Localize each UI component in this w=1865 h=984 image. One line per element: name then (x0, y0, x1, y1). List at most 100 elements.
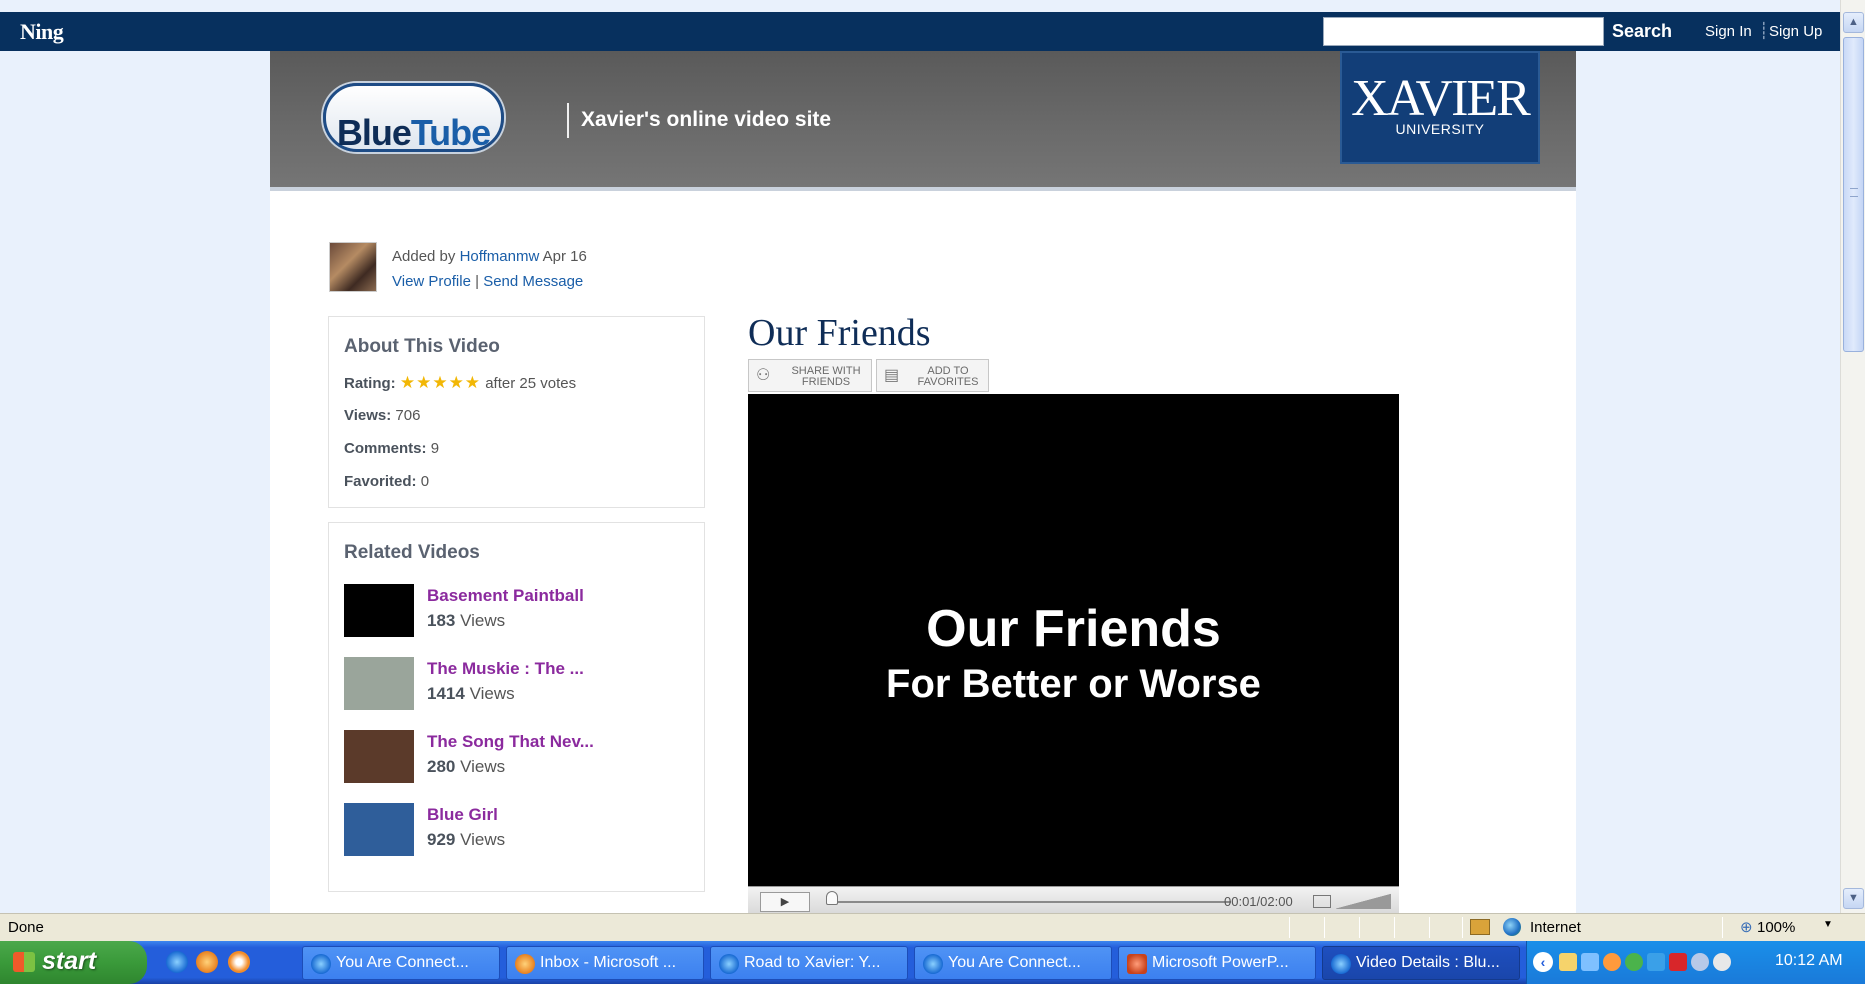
related-title-link[interactable]: The Muskie : The ... (427, 659, 584, 679)
scrub-handle[interactable] (826, 891, 838, 905)
ie-icon (311, 954, 331, 974)
related-title-link[interactable]: Blue Girl (427, 805, 498, 825)
share-with-friends-button[interactable]: ⚇ SHARE WITH FRIENDS (748, 359, 872, 392)
related-views: 280 Views (427, 757, 505, 777)
bluetube-logo[interactable]: BlueTube (323, 83, 504, 153)
powerpoint-icon (1127, 954, 1147, 974)
taskbar-item[interactable]: Road to Xavier: Y... (710, 946, 908, 980)
fullscreen-icon[interactable] (1313, 895, 1331, 908)
related-views-count: 183 (427, 611, 456, 630)
media-quicklaunch-icon[interactable] (228, 951, 250, 973)
related-title-link[interactable]: The Song That Nev... (427, 732, 594, 752)
status-text: Done (8, 919, 44, 936)
status-separator (1359, 917, 1360, 938)
favorited-label: Favorited: (344, 473, 417, 490)
status-separator (1429, 917, 1430, 938)
taskbar-item-active[interactable]: Video Details : Blu... (1322, 946, 1520, 980)
m-tray-icon[interactable] (1669, 953, 1687, 971)
zoom-icon[interactable]: ⊕ (1740, 918, 1753, 936)
show-hidden-icons-icon[interactable]: ‹ (1533, 952, 1553, 972)
play-icon[interactable]: ▶ (760, 892, 810, 912)
ie-quicklaunch-icon[interactable] (166, 951, 188, 973)
rating-row: Rating: ★★★★★ after 25 votes (344, 373, 576, 393)
video-title: Our Friends (748, 312, 931, 354)
zone-text: Internet (1530, 919, 1581, 936)
related-views-word: Views (460, 757, 506, 776)
sign-in-link[interactable]: Sign In (1705, 23, 1752, 40)
author-link[interactable]: Hoffmanmw (460, 248, 540, 265)
video-screen-title: Our Friends (926, 600, 1221, 658)
share-label: SHARE WITH FRIENDS (791, 365, 861, 388)
taskbar-item-label: Inbox - Microsoft ... (540, 954, 677, 971)
related-thumb-3[interactable] (344, 803, 414, 856)
views-row: Views: 706 (344, 407, 420, 424)
related-views: 1414 Views (427, 684, 515, 704)
zoom-dropdown-icon[interactable]: ▼ (1823, 919, 1833, 930)
ning-logo[interactable]: Ning (20, 19, 64, 45)
related-videos-box: Related Videos Basement Paintball 183 Vi… (328, 522, 705, 892)
start-button[interactable]: start (0, 941, 147, 984)
search-input[interactable] (1323, 17, 1604, 46)
favorited-value: 0 (420, 473, 430, 490)
logo-tube: Tube (410, 112, 491, 153)
added-by-line: Added by Hoffmanmw Apr 16 (392, 248, 587, 265)
rating-stars-icon[interactable]: ★★★★★ (400, 373, 481, 392)
sign-up-link[interactable]: Sign Up (1769, 23, 1822, 40)
taskbar: start You Are Connect... Inbox - Microso… (0, 941, 1865, 984)
comments-label: Comments: (344, 440, 427, 457)
volume-icon[interactable] (1336, 893, 1391, 909)
taskbar-item-label: Video Details : Blu... (1356, 954, 1500, 971)
share-icon: ⚇ (756, 367, 771, 384)
author-actions-separator: | (475, 273, 480, 290)
taskbar-item-label: Microsoft PowerP... (1152, 954, 1289, 971)
taskbar-item[interactable]: You Are Connect... (302, 946, 500, 980)
volume-tray-icon[interactable] (1691, 953, 1709, 971)
antivirus-tray-icon[interactable] (1647, 953, 1665, 971)
ning-top-bar: Ning Search Sign In ┊ Sign Up (0, 12, 1840, 51)
related-title-link[interactable]: Basement Paintball (427, 586, 584, 606)
related-thumb-0[interactable] (344, 584, 414, 637)
taskbar-item-label: You Are Connect... (336, 954, 469, 971)
update-tray-icon[interactable] (1713, 953, 1731, 971)
status-separator (1462, 917, 1463, 938)
vertical-scrollbar[interactable]: ▲ ▼ (1840, 0, 1865, 913)
security-icon[interactable] (1470, 919, 1490, 935)
zoom-level[interactable]: 100% (1757, 919, 1795, 936)
scrub-bar[interactable] (826, 901, 1231, 903)
xavier-logo[interactable]: XAVIER UNIVERSITY (1340, 51, 1540, 164)
status-separator (1289, 917, 1290, 938)
messenger-tray-icon[interactable] (1625, 953, 1643, 971)
search-button[interactable]: Search (1612, 21, 1672, 42)
outlook-tray-icon[interactable] (1603, 953, 1621, 971)
view-profile-link[interactable]: View Profile (392, 273, 471, 290)
author-avatar[interactable] (329, 242, 377, 292)
internet-zone-icon[interactable] (1503, 918, 1521, 936)
taskbar-item[interactable]: Microsoft PowerP... (1118, 946, 1316, 980)
sign-separator: ┊ (1759, 23, 1769, 40)
header-divider (567, 103, 569, 138)
taskbar-item[interactable]: You Are Connect... (914, 946, 1112, 980)
related-thumb-2[interactable] (344, 730, 414, 783)
video-player[interactable]: Our Friends For Better or Worse ▶ 00:01/… (748, 394, 1399, 913)
site-tagline: Xavier's online video site (581, 108, 832, 131)
network-tray-icon[interactable] (1581, 953, 1599, 971)
related-views-count: 280 (427, 757, 456, 776)
ie-icon (719, 954, 739, 974)
logo-blue: Blue (336, 112, 412, 153)
scroll-thumb[interactable] (1843, 37, 1864, 352)
related-thumb-1[interactable] (344, 657, 414, 710)
comments-row: Comments: 9 (344, 440, 439, 457)
related-views-word: Views (469, 684, 515, 703)
outlook-quicklaunch-icon[interactable] (196, 951, 218, 973)
status-bar: Done Internet ⊕ 100% ▼ (0, 913, 1865, 941)
mail-tray-icon[interactable] (1559, 953, 1577, 971)
site-header: BlueTube Xavier's online video site XAVI… (270, 51, 1576, 191)
scroll-down-icon[interactable]: ▼ (1843, 888, 1864, 909)
favorites-label: ADD TO FAVORITES (917, 365, 979, 388)
added-by-prefix: Added by (392, 248, 456, 265)
taskbar-item[interactable]: Inbox - Microsoft ... (506, 946, 704, 980)
rating-votes: after 25 votes (485, 375, 577, 392)
send-message-link[interactable]: Send Message (483, 273, 583, 290)
add-to-favorites-button[interactable]: ▤ ADD TO FAVORITES (876, 359, 989, 392)
scroll-up-icon[interactable]: ▲ (1843, 12, 1864, 33)
